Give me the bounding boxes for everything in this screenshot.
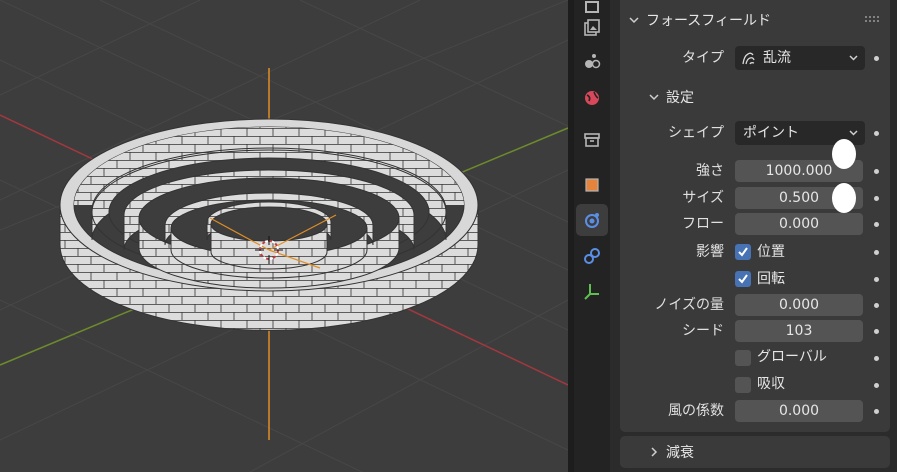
chevron-down-icon — [849, 55, 858, 61]
overlay-blob — [832, 139, 856, 169]
noise-label: ノイズの量 — [654, 297, 724, 313]
rotation-label[interactable]: 回転 — [757, 270, 785, 288]
chevron-down-icon — [629, 17, 639, 24]
keyframe-dot[interactable] — [874, 303, 879, 308]
absorb-checkbox[interactable] — [735, 377, 751, 393]
shape-value: ポイント — [743, 125, 799, 141]
falloff-title: 減衰 — [666, 445, 694, 461]
overlay-blob — [832, 183, 856, 213]
tab-data[interactable] — [576, 276, 608, 308]
tab-object[interactable] — [576, 169, 608, 201]
keyframe-dot[interactable] — [874, 277, 879, 282]
checkmark-icon — [738, 247, 748, 257]
texture-icon — [584, 19, 600, 36]
flow-label: フロー — [682, 216, 724, 232]
type-label: タイプ — [682, 50, 724, 66]
tab-particles[interactable] — [576, 45, 608, 77]
keyframe-dot[interactable] — [874, 383, 879, 388]
flow-field[interactable]: 0.000 — [735, 213, 863, 235]
keyframe-dot[interactable] — [874, 56, 879, 61]
wind-factor-field[interactable]: 0.000 — [735, 400, 863, 422]
type-dropdown[interactable]: 乱流 — [735, 46, 865, 70]
properties-panel: フォースフィールド タイプ 乱流 設定 シェイプ ポイント 強さ 1000.00… — [610, 0, 897, 472]
noise-field[interactable]: 0.000 — [735, 294, 863, 316]
chevron-down-icon — [649, 94, 659, 101]
properties-tab-strip — [574, 0, 610, 472]
keyframe-dot[interactable] — [874, 222, 879, 227]
keyframe-dot[interactable] — [874, 409, 879, 414]
3d-viewport[interactable] — [0, 0, 568, 472]
tab-texture[interactable] — [576, 12, 608, 44]
world-icon — [585, 91, 599, 105]
global-label[interactable]: グローバル — [757, 348, 827, 366]
falloff-panel[interactable]: 減衰 — [620, 436, 890, 468]
empty-axes-icon — [584, 284, 599, 300]
global-checkbox[interactable] — [735, 350, 751, 366]
wind-factor-label: 風の係数 — [668, 403, 724, 419]
type-value: 乱流 — [763, 50, 791, 66]
collection-icon — [584, 133, 600, 147]
settings-title: 設定 — [666, 90, 694, 106]
absorb-label[interactable]: 吸収 — [757, 375, 785, 393]
seed-field[interactable]: 103 — [735, 320, 863, 342]
keyframe-dot[interactable] — [874, 356, 879, 361]
size-label: サイズ — [682, 190, 724, 206]
turbulence-icon — [742, 52, 755, 65]
keyframe-dot[interactable] — [874, 131, 879, 136]
physics-icon — [585, 213, 599, 228]
location-label[interactable]: 位置 — [757, 243, 785, 261]
drag-grip-icon[interactable] — [864, 14, 880, 24]
tab-world[interactable] — [576, 82, 608, 114]
keyframe-dot[interactable] — [874, 250, 879, 255]
rotation-checkbox[interactable] — [735, 271, 751, 287]
location-checkbox[interactable] — [735, 244, 751, 260]
object-data-icon — [584, 248, 600, 264]
tab-collection[interactable] — [576, 124, 608, 156]
particles-icon — [585, 54, 601, 69]
keyframe-dot[interactable] — [874, 329, 879, 334]
shape-label: シェイプ — [668, 125, 724, 141]
seed-label: シード — [682, 323, 724, 339]
keyframe-dot[interactable] — [874, 169, 879, 174]
chevron-right-icon — [651, 447, 658, 457]
force-field-header[interactable]: フォースフィールド — [628, 10, 771, 30]
falloff-header[interactable]: 減衰 — [648, 442, 694, 462]
strength-label: 強さ — [696, 163, 724, 179]
tab-physics[interactable] — [576, 204, 608, 236]
checkmark-icon — [738, 274, 748, 284]
tab-constraints[interactable] — [576, 240, 608, 272]
keyframe-dot[interactable] — [874, 196, 879, 201]
settings-header[interactable]: 設定 — [648, 87, 694, 107]
force-field-panel: フォースフィールド タイプ 乱流 設定 シェイプ ポイント 強さ 1000.00… — [620, 0, 890, 432]
viewport-scene — [0, 0, 568, 472]
chevron-down-icon — [849, 130, 858, 136]
object-icon — [585, 178, 599, 192]
affect-label: 影響 — [696, 244, 724, 260]
panel-title: フォースフィールド — [646, 13, 772, 29]
